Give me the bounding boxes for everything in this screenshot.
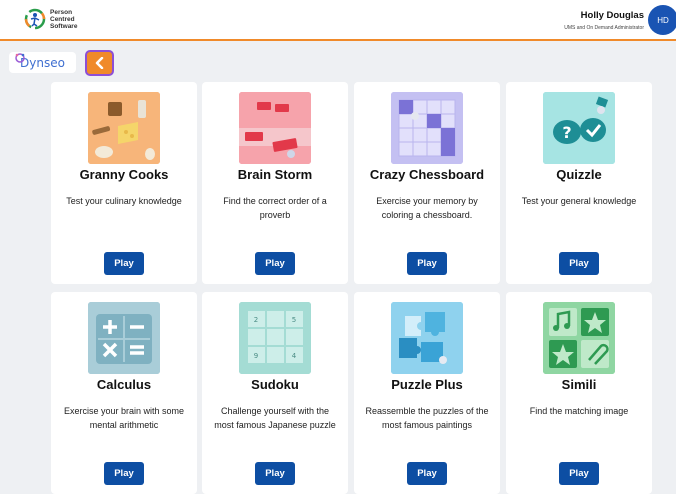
word-cards-icon xyxy=(239,92,311,164)
game-card-calculus: Calculus Exercise your brain with some m… xyxy=(51,292,197,494)
user-info: Holly Douglas UMS and On Demand Administ… xyxy=(564,10,644,31)
game-description: Test your culinary knowledge xyxy=(66,196,182,206)
game-title: Sudoku xyxy=(251,377,299,392)
play-button[interactable]: Play xyxy=(104,252,144,275)
play-button[interactable]: Play xyxy=(559,462,599,485)
sudoku-number: 5 xyxy=(292,316,296,324)
game-card-brain-storm: Brain Storm Find the correct order of a … xyxy=(202,82,348,284)
game-title: Simili xyxy=(561,377,597,392)
game-description: Reassemble the puzzles of the most famou… xyxy=(365,406,489,430)
game-title: Calculus xyxy=(96,377,152,392)
sudoku-number: 4 xyxy=(292,352,297,360)
game-description: Exercise your memory by coloring a chess… xyxy=(376,196,478,220)
game-description: Find the matching image xyxy=(529,406,629,416)
puzzle-pieces-icon xyxy=(391,302,463,374)
game-title: Crazy Chessboard xyxy=(369,167,485,182)
chessboard-icon xyxy=(391,92,463,164)
matching-images-icon xyxy=(543,302,615,374)
game-description: Test your general knowledge xyxy=(521,196,637,206)
sudoku-number: 9 xyxy=(254,352,258,360)
avatar[interactable]: HD xyxy=(648,5,676,35)
user-role: UMS and On Demand Administrator xyxy=(564,25,644,31)
game-title: Quizzle xyxy=(556,167,602,182)
play-button[interactable]: Play xyxy=(407,252,447,275)
sudoku-grid-icon: 2 5 9 4 xyxy=(239,302,311,374)
play-button[interactable]: Play xyxy=(104,462,144,485)
logo-text: Person Centred Software xyxy=(50,8,78,30)
dynseo-logo[interactable]: Dynseo xyxy=(9,52,76,73)
dynseo-logo-icon xyxy=(15,53,25,63)
top-bar: Person Centred Software Holly Douglas UM… xyxy=(0,0,676,41)
logo-icon xyxy=(24,8,46,30)
game-description: Exercise your brain with some mental ari… xyxy=(63,406,185,430)
game-description: Find the correct order of a proverb xyxy=(223,196,327,220)
dynseo-brand-text: Dynseo xyxy=(20,55,65,70)
game-title: Granny Cooks xyxy=(79,167,169,182)
game-card-simili: Simili Find the matching image Play xyxy=(506,292,652,494)
game-title: Puzzle Plus xyxy=(391,377,463,392)
game-card-granny-cooks: Granny Cooks Test your culinary knowledg… xyxy=(51,82,197,284)
play-button[interactable]: Play xyxy=(255,252,295,275)
game-card-puzzle-plus: Puzzle Plus Reassemble the puzzles of th… xyxy=(354,292,500,494)
calculator-icon xyxy=(88,302,160,374)
game-card-sudoku: 2 5 9 4 Sudoku Challenge yourself with t… xyxy=(202,292,348,494)
user-name: Holly Douglas xyxy=(580,10,644,21)
play-button[interactable]: Play xyxy=(407,462,447,485)
chevron-left-icon xyxy=(95,57,103,69)
sudoku-number: 2 xyxy=(254,316,258,324)
cooking-icon xyxy=(88,92,160,164)
person-centred-software-logo[interactable]: Person Centred Software xyxy=(24,8,90,30)
game-card-quizzle: ? Quizzle Test your general knowledge Pl… xyxy=(506,82,652,284)
play-button[interactable]: Play xyxy=(559,252,599,275)
game-card-crazy-chessboard: Crazy Chessboard Exercise your memory by… xyxy=(354,82,500,284)
quiz-bubbles-icon: ? xyxy=(543,92,615,164)
game-description: Challenge yourself with the most famous … xyxy=(214,406,336,430)
back-button[interactable] xyxy=(85,50,114,76)
svg-text:?: ? xyxy=(562,123,571,142)
play-button[interactable]: Play xyxy=(255,462,295,485)
game-title: Brain Storm xyxy=(237,167,313,182)
